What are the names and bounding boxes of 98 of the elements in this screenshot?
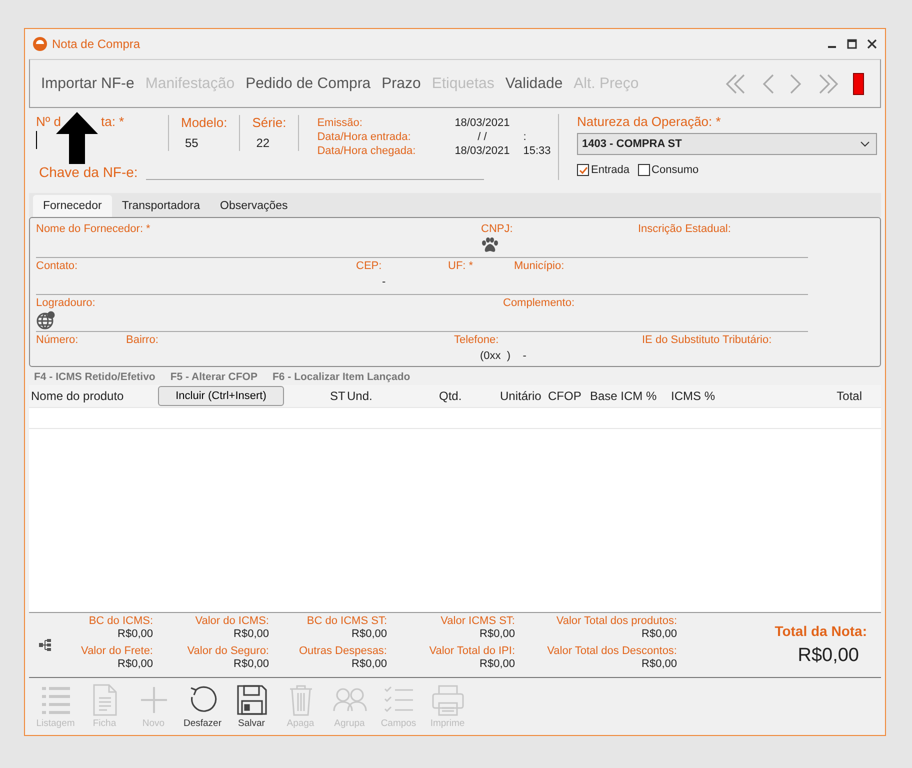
field-label: Nº d	[36, 114, 61, 129]
field-label: Nome do Fornecedor: *	[36, 223, 150, 235]
field-label: Telefone:	[454, 334, 499, 346]
total-value: R$0,00	[118, 628, 153, 641]
date-label: Data/Hora entrada:	[317, 131, 412, 143]
total-label: Valor Total dos Descontos:	[547, 645, 677, 658]
checkbox[interactable]	[577, 164, 589, 176]
field-label: UF: *	[448, 260, 474, 272]
total-label: Valor do ICMS:	[195, 615, 269, 628]
time-value: 15:33	[523, 145, 551, 157]
tab[interactable]: Transportadora	[112, 195, 210, 217]
total-value: R$0,00	[234, 628, 269, 641]
total-label: Valor Total do IPI:	[429, 645, 515, 658]
total-label: Valor do Seguro:	[187, 645, 269, 658]
date-value: 18/03/2021	[454, 117, 511, 129]
checkbox-label: Consumo	[652, 164, 699, 176]
field-label: Bairro:	[126, 334, 158, 346]
field-label: Natureza da Operação: *	[577, 114, 722, 129]
field-value: -	[381, 276, 386, 288]
total-value: R$0,00	[480, 658, 515, 671]
total-label: Valor do Frete:	[81, 645, 153, 658]
field-label: Complemento:	[503, 297, 575, 309]
field-label: Logradouro:	[36, 297, 96, 309]
people-icon	[332, 687, 366, 713]
window-title: Nota de Compra	[52, 37, 142, 51]
printer-icon	[430, 684, 464, 716]
total-value: R$0,00	[642, 658, 677, 671]
column-header: Base ICM %	[590, 389, 657, 403]
field-label: ta: *	[100, 114, 124, 129]
total-label: BC do ICMS ST:	[306, 615, 387, 628]
total-label: Valor ICMS ST:	[440, 615, 515, 628]
field-label: Número:	[36, 334, 78, 346]
menu-item[interactable]: Importar NF-e	[36, 75, 140, 92]
chevron-down-icon	[860, 141, 870, 147]
shortcut-hint: F5 - Alterar CFOP	[170, 371, 258, 385]
hierarchy-icon[interactable]	[39, 639, 53, 651]
toolbar-button[interactable]: Salvar	[227, 678, 276, 729]
shortcut-hint: F6 - Localizar Item Lançado	[272, 371, 410, 385]
toolbar-button[interactable]: Desfazer	[178, 678, 227, 729]
field-label: Município:	[514, 260, 564, 272]
plus-icon	[138, 685, 168, 715]
time-value: :	[523, 131, 526, 143]
date-label: Data/Hora chegada:	[317, 145, 417, 157]
field-value: (0xx ) -	[479, 350, 526, 362]
date-label: Emissão:	[317, 117, 364, 129]
tab[interactable]: Fornecedor	[33, 195, 112, 217]
tab[interactable]: Observações	[210, 195, 298, 217]
dropdown[interactable]: 1403 - COMPRA ST	[577, 133, 877, 155]
column-header: Unitário	[500, 389, 542, 403]
arrow-annotation	[56, 112, 98, 164]
column-header: Total	[836, 389, 862, 403]
field-value: 55	[184, 136, 200, 150]
total-value: R$0,00	[798, 645, 859, 667]
column-header: ICMS %	[671, 389, 716, 403]
field-value: 22	[255, 136, 271, 150]
total-label: Outras Despesas:	[298, 645, 387, 658]
field-label: Modelo:	[181, 115, 228, 130]
column-header: Und.	[347, 389, 372, 403]
total-label: Total da Nota:	[774, 623, 867, 639]
field-label: IE do Substituto Tributário:	[642, 334, 772, 346]
shortcut-hint: F4 - ICMS Retido/Efetivo	[34, 371, 156, 385]
menu-item[interactable]: Pedido de Compra	[240, 75, 376, 92]
total-value: R$0,00	[234, 658, 269, 671]
total-value: R$0,00	[642, 628, 677, 641]
list-icon	[40, 685, 72, 715]
field-label: CEP:	[356, 260, 382, 272]
total-value: R$0,00	[118, 658, 153, 671]
close-icon[interactable]	[867, 39, 877, 49]
date-value: / /	[476, 131, 488, 143]
total-value: R$0,00	[352, 628, 387, 641]
undo-icon	[188, 685, 218, 715]
globe-icon[interactable]	[36, 311, 55, 330]
menu-item[interactable]: Validade	[500, 75, 568, 92]
document-icon	[92, 684, 118, 716]
app-logo-icon	[32, 36, 48, 52]
status-indicator	[853, 72, 864, 94]
field-label: Chave da NF-e:	[39, 164, 138, 180]
field-label: CNPJ:	[481, 223, 513, 235]
field-label: Contato:	[36, 260, 78, 272]
column-header: Nome do produto	[31, 389, 124, 403]
maximize-icon[interactable]	[847, 39, 857, 49]
checkbox[interactable]	[638, 164, 650, 176]
total-label: BC do ICMS:	[88, 615, 153, 628]
total-value: R$0,00	[480, 628, 515, 641]
trash-icon	[288, 684, 314, 716]
field-label: Série:	[252, 115, 286, 130]
checkbox-label: Entrada	[591, 164, 630, 176]
include-button[interactable]: Incluir (Ctrl+Insert)	[158, 386, 284, 406]
column-header: CFOP	[548, 389, 582, 403]
paw-icon[interactable]	[481, 237, 499, 253]
date-value: 18/03/2021	[454, 145, 511, 157]
menu-item[interactable]: Prazo	[376, 75, 426, 92]
checklist-icon	[382, 685, 414, 715]
total-value: R$0,00	[352, 658, 387, 671]
column-header: ST	[330, 389, 346, 403]
field-label: Inscrição Estadual:	[638, 223, 731, 235]
total-label: Valor Total dos produtos:	[556, 615, 677, 628]
column-header: Qtd.	[439, 389, 462, 403]
